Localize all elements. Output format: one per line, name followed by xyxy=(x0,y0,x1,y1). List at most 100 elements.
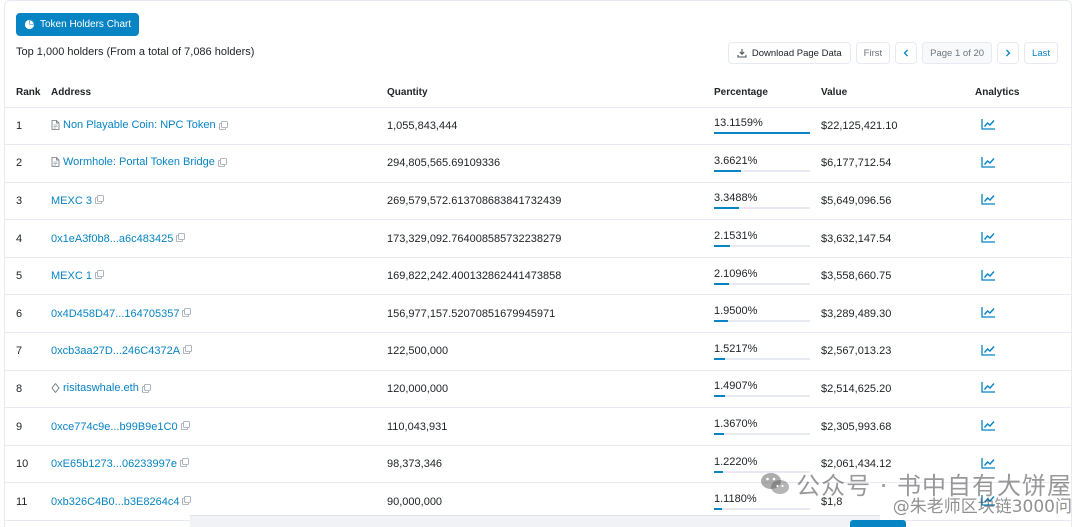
address-text: Non Playable Coin: NPC Token xyxy=(63,118,216,131)
analytics-chart-icon[interactable] xyxy=(981,269,996,281)
percentage-cell: 1.4907% xyxy=(714,370,821,409)
percentage-bar-fill xyxy=(714,433,724,436)
percentage-bar-track xyxy=(714,207,810,210)
address-text: MEXC 1 xyxy=(51,270,92,283)
quantity-cell: 120,000,000 xyxy=(387,370,714,409)
address-cell: 0xE65b1273...06233997e xyxy=(51,445,387,484)
percentage-wrap: 2.1096% xyxy=(714,268,810,285)
quantity-cell: 1,055,843,444 xyxy=(387,107,714,146)
percentage-text: 1.4907% xyxy=(714,380,758,393)
rank-cell: 1 xyxy=(4,107,51,146)
rank-cell: 5 xyxy=(4,257,51,296)
holder-address-link[interactable]: Non Playable Coin: NPC Token xyxy=(51,119,216,131)
address-text: 0x1eA3f0b8...a6c483425 xyxy=(51,232,174,245)
percentage-bar-track xyxy=(714,508,810,511)
watermark-line2: @朱老师区块链3000问 xyxy=(892,497,1072,517)
token-holders-chart-button[interactable]: Token Holders Chart xyxy=(16,13,140,36)
percentage-text: 3.3488% xyxy=(714,192,758,205)
analytics-cell xyxy=(975,370,1072,409)
analytics-chart-icon[interactable] xyxy=(981,381,996,394)
analytics-chart-icon[interactable] xyxy=(981,306,996,318)
page-indicator: Page 1 of 20 xyxy=(922,42,993,64)
holders-summary: Top 1,000 holders (From a total of 7,086… xyxy=(16,46,255,58)
value-cell: $3,558,660.75 xyxy=(821,257,975,296)
percentage-text: 1.5217% xyxy=(714,342,758,355)
value-cell: $5,649,096.56 xyxy=(821,182,975,221)
first-page-button[interactable]: First xyxy=(855,42,891,64)
percentage-wrap: 1.4907% xyxy=(714,380,810,398)
holder-address-link[interactable]: Wormhole: Portal Token Bridge xyxy=(51,156,215,168)
percentage-bar-fill xyxy=(714,132,810,135)
percentage-wrap: 3.6621% xyxy=(714,155,810,172)
holder-address-link[interactable]: 0x1eA3f0b8...a6c483425 xyxy=(51,233,173,245)
percentage-wrap: 3.3488% xyxy=(714,192,810,210)
table-header-row: Rank Address Quantity Percentage Value A… xyxy=(4,79,1072,108)
ens-icon xyxy=(51,383,60,393)
rank-cell: 8 xyxy=(4,370,51,409)
quantity-cell: 294,805,565.69109336 xyxy=(387,144,714,183)
percentage-text: 1.9500% xyxy=(714,305,758,318)
address-cell: MEXC 1 xyxy=(51,257,387,296)
percentage-cell: 1.5217% xyxy=(714,332,821,371)
holder-address-link[interactable]: 0xcb3aa27D...246C4372A xyxy=(51,345,180,357)
percentage-bar-fill xyxy=(714,508,723,511)
copy-icon[interactable] xyxy=(183,345,192,355)
address-cell: 0xce774c9e...b99B9e1C0 xyxy=(51,407,387,446)
holder-address-link[interactable]: risitaswhale.eth xyxy=(51,382,139,394)
analytics-chart-icon[interactable] xyxy=(981,193,996,206)
percentage-bar-track xyxy=(714,132,810,135)
address-text: 0xb326C4B0...b3E8264c4 xyxy=(51,495,180,508)
copy-icon[interactable] xyxy=(141,384,151,393)
copy-icon[interactable] xyxy=(217,158,227,168)
analytics-chart-icon[interactable] xyxy=(981,419,996,431)
percentage-wrap: 1.5217% xyxy=(714,343,810,360)
header-percentage: Percentage xyxy=(714,79,821,108)
percentage-cell: 3.3488% xyxy=(714,182,821,221)
analytics-chart-icon[interactable] xyxy=(981,344,996,356)
analytics-cell xyxy=(975,407,1072,446)
next-page-button[interactable] xyxy=(997,42,1020,64)
header-quantity: Quantity xyxy=(387,79,714,108)
holder-address-link[interactable]: 0x4D458D47...164705357 xyxy=(51,308,179,320)
copy-icon[interactable] xyxy=(180,458,189,468)
copy-icon[interactable] xyxy=(176,232,186,242)
copy-icon[interactable] xyxy=(95,195,104,204)
rank-cell: 7 xyxy=(4,332,51,371)
analytics-cell xyxy=(975,257,1072,296)
copy-icon[interactable] xyxy=(180,420,190,430)
rank-cell: 6 xyxy=(4,294,51,334)
prev-page-button[interactable] xyxy=(895,42,918,64)
value-cell: $6,177,712.54 xyxy=(821,144,975,183)
table-row: 9 0xce774c9e...b99B9e1C0 110,043,931 1.3670… xyxy=(4,407,1072,446)
holder-address-link[interactable]: MEXC 3 xyxy=(51,195,92,207)
percentage-bar-track xyxy=(714,395,810,398)
download-page-data-button[interactable]: Download Page Data xyxy=(727,42,851,64)
copy-icon[interactable] xyxy=(182,307,192,317)
bottom-overlay-bar xyxy=(190,515,880,527)
table-body: 1 Non Playable Coin: NPC Token 1,055,843,4… xyxy=(4,107,1072,522)
holder-address-link[interactable]: 0xce774c9e...b99B9e1C0 xyxy=(51,421,178,433)
holder-address-link[interactable]: MEXC 1 xyxy=(51,270,92,282)
copy-icon[interactable] xyxy=(218,120,228,130)
address-cell: 0x1eA3f0b8...a6c483425 xyxy=(51,219,387,258)
copy-icon[interactable] xyxy=(95,270,104,280)
table-row: 6 0x4D458D47...164705357 156,977,157.52070… xyxy=(4,294,1072,334)
analytics-chart-icon[interactable] xyxy=(981,231,996,243)
percentage-bar-fill xyxy=(714,320,729,323)
analytics-chart-icon[interactable] xyxy=(981,118,996,130)
last-page-button[interactable]: Last xyxy=(1024,42,1058,64)
percentage-cell: 13.1159% xyxy=(714,107,821,146)
percentage-bar-track xyxy=(714,245,810,248)
analytics-chart-icon[interactable] xyxy=(981,156,996,168)
percentage-bar-track xyxy=(714,282,810,285)
percentage-text: 13.1159% xyxy=(714,117,763,130)
holder-address-link[interactable]: 0xE65b1273...06233997e xyxy=(51,458,177,470)
header-analytics: Analytics xyxy=(975,79,1072,108)
percentage-bar-track xyxy=(714,320,810,323)
rank-cell: 11 xyxy=(4,482,51,522)
bottom-overlay-button[interactable] xyxy=(850,520,906,527)
address-text: 0xce774c9e...b99B9e1C0 xyxy=(51,420,178,433)
holder-address-link[interactable]: 0xb326C4B0...b3E8264c4 xyxy=(51,496,179,508)
percentage-text: 2.1531% xyxy=(714,230,758,243)
copy-icon[interactable] xyxy=(182,495,192,505)
